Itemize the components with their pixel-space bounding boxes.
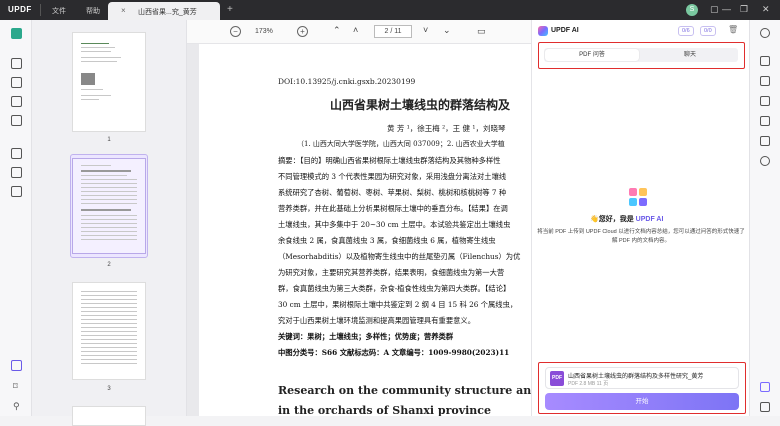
reader-icon[interactable] bbox=[11, 28, 22, 39]
right-toolbar bbox=[749, 20, 780, 416]
convert-icon[interactable] bbox=[11, 186, 22, 197]
menu-help[interactable]: 帮助 bbox=[86, 6, 100, 16]
welcome-brand: UPDF AI bbox=[635, 216, 664, 223]
paper-title: 山西省果树土壤线虫的群落结构及 bbox=[330, 98, 511, 112]
add-tab-icon[interactable]: + bbox=[227, 4, 233, 15]
zoom-out-button[interactable]: − bbox=[230, 26, 241, 37]
ai-welcome-logo-icon bbox=[629, 188, 647, 206]
tab-pdf-qa[interactable]: PDF 问答 bbox=[545, 49, 639, 61]
abstract-line: 摘要：【目的】明确山西省果树根际土壤线虫群落结构及其物种多样性 bbox=[278, 156, 501, 165]
welcome-title: 👋您好，我是 UPDF AI bbox=[590, 214, 663, 224]
file-upload-section: PDF 山西省果树土壤线虫的群落结构及多样性研究_黄芳 PDF 2.8 MB 1… bbox=[538, 362, 746, 414]
affiliation: （1. 山西大同大学医学院，山西大同 037009；2. 山西农业大学植 bbox=[297, 140, 505, 148]
ai-panel: UPDF AI 0/6 0/0 🗑 PDF 问答 聊天 👋您好，我是 UPDF … bbox=[531, 20, 749, 416]
app-logo: UPDF bbox=[8, 5, 32, 14]
abstract-line: 土壤线虫，其中多集中于 20~30 cm 土层中。本试验共鉴定出土壤线虫 bbox=[278, 220, 511, 229]
pdf-page: DOI:10.13925/j.cnki.gsxb.20230199 山西省果树土… bbox=[199, 44, 531, 416]
avatar[interactable]: S bbox=[686, 4, 698, 16]
zoom-in-button[interactable]: + bbox=[297, 26, 308, 37]
doi: DOI:10.13925/j.cnki.gsxb.20230199 bbox=[278, 77, 416, 86]
save-icon[interactable] bbox=[760, 156, 770, 166]
protect-icon[interactable] bbox=[760, 76, 770, 86]
maximize-icon[interactable]: ❐ bbox=[740, 4, 748, 15]
mode-tabs: PDF 问答 聊天 bbox=[544, 48, 738, 62]
quota-badge[interactable]: 0/6 bbox=[678, 26, 694, 36]
document-tab[interactable]: × 山西省果...究_黄芳 bbox=[108, 2, 220, 20]
organize-pages-icon[interactable] bbox=[11, 148, 22, 159]
english-title: Research on the community structure and … bbox=[278, 384, 531, 397]
thumbnail-number: 1 bbox=[107, 137, 111, 143]
chat-icon[interactable] bbox=[760, 402, 770, 412]
minimize-icon[interactable]: — bbox=[722, 4, 731, 14]
abstract-line: 究对于山西果树土壤环境监测和提高果园管理具有重要意义。 bbox=[278, 316, 476, 325]
last-page-icon[interactable]: ⌄ bbox=[443, 25, 451, 36]
thumbnail-page-1[interactable] bbox=[72, 32, 146, 132]
abstract-line: 余食线虫 2 属，食真菌线虫 3 属，食细菌线虫 6 属，植物寄生线虫 bbox=[278, 236, 496, 245]
wave-icon: 👋 bbox=[590, 216, 599, 223]
delete-icon[interactable]: 🗑 bbox=[728, 25, 738, 34]
abstract-line: 不同管理模式的 3 个代表性果园为研究对象，采用浅盘分离法对土壤线 bbox=[278, 172, 507, 181]
thumbnail-number: 3 bbox=[107, 386, 111, 392]
page-number-input[interactable]: 2 / 11 bbox=[374, 25, 412, 38]
abstract-line: 系统研究了杏树、葡萄树、枣树、苹果树、梨树、桃树和核桃树等 7 种 bbox=[278, 188, 507, 197]
pdf-file-icon: PDF bbox=[550, 371, 564, 386]
comment-icon[interactable] bbox=[11, 58, 22, 69]
layers-icon[interactable] bbox=[11, 360, 22, 371]
welcome-description: 将当前 PDF 上传到 UPDF Cloud 以进行文档内容总结，您可以通过问答… bbox=[537, 229, 745, 244]
prev-page-icon[interactable]: ˄ bbox=[353, 25, 358, 35]
thumbnail-panel: 1 2 3 bbox=[32, 20, 187, 426]
thumbnail-page-3[interactable] bbox=[72, 282, 146, 380]
ai-assistant-icon[interactable] bbox=[760, 382, 770, 392]
divider bbox=[40, 4, 41, 16]
tab-close-icon[interactable]: × bbox=[121, 6, 126, 15]
next-page-icon[interactable]: ˅ bbox=[423, 25, 428, 35]
updf-ai-logo-icon bbox=[538, 26, 548, 36]
crop-icon[interactable] bbox=[11, 167, 22, 178]
thumbnail-number: 2 bbox=[107, 262, 111, 268]
ai-header: UPDF AI 0/6 0/0 🗑 bbox=[532, 20, 750, 42]
abstract-line: （Mesorhabditis）以及植物寄生线虫中的丝尾垫刃属（Filenchus… bbox=[278, 252, 521, 261]
english-title-2: in the orchards of Shanxi province bbox=[278, 404, 491, 416]
file-name: 山西省果树土壤线虫的群落结构及多样性研究_黄芳 bbox=[568, 374, 704, 380]
welcome-prefix: 您好，我是 bbox=[598, 216, 634, 223]
bookmark-icon[interactable]: ⌑ bbox=[13, 382, 21, 391]
abstract-line: 群，食真菌线虫为第三大类群，杂食-植食性线虫为第四大类群。【结论】 bbox=[278, 284, 511, 293]
convert-pdf-icon[interactable] bbox=[760, 56, 770, 66]
sign-icon[interactable] bbox=[760, 116, 770, 126]
ai-panel-title: UPDF AI bbox=[551, 27, 579, 34]
document-area: DOI:10.13925/j.cnki.gsxb.20230199 山西省果树土… bbox=[187, 44, 531, 416]
abstract-line: 30 cm 土层中，果树根际土壤中共鉴定到 2 纲 4 目 15 科 26 个属… bbox=[278, 300, 518, 309]
start-button[interactable]: 开始 bbox=[545, 393, 739, 410]
ocr-icon[interactable] bbox=[11, 115, 22, 126]
zoom-level[interactable]: 173% bbox=[255, 28, 273, 35]
search-icon[interactable] bbox=[760, 28, 770, 38]
menu-file[interactable]: 文件 bbox=[52, 6, 66, 16]
keywords: 关键词：果树；土壤线虫；多样性；优势度；营养类群 bbox=[278, 332, 454, 341]
viewer-toolbar: − 173% + ⌃ ˄ 2 / 11 ˅ ⌄ ▭ bbox=[187, 20, 531, 44]
first-page-icon[interactable]: ⌃ bbox=[333, 25, 341, 36]
file-card: PDF 山西省果树土壤线虫的群落结构及多样性研究_黄芳 PDF 2.8 MB 1… bbox=[545, 367, 739, 389]
tab-title: 山西省果...究_黄芳 bbox=[138, 9, 197, 16]
comment-bubble-icon[interactable]: ▭ bbox=[477, 26, 486, 37]
title-bar: UPDF 文件 帮助 × 山西省果...究_黄芳 + S ▢ — ❐ ✕ bbox=[0, 0, 780, 20]
form-icon[interactable] bbox=[11, 96, 22, 107]
abstract-line: 为研究对象，主要研究其营养类群，结果表明，食细菌线虫为第一大营 bbox=[278, 268, 505, 277]
file-meta: PDF 2.8 MB 11 页 bbox=[568, 381, 609, 387]
thumbnail-page-2[interactable] bbox=[72, 158, 146, 254]
share-icon[interactable] bbox=[760, 96, 770, 106]
tab-chat[interactable]: 聊天 bbox=[643, 49, 737, 61]
classification: 中图分类号：S66 文献标志码：A 文章编号：1009-9980(2023)11 bbox=[278, 348, 510, 357]
email-icon[interactable] bbox=[760, 136, 770, 146]
left-toolbar: ⌑ ⚲ bbox=[0, 20, 32, 416]
close-window-icon[interactable]: ✕ bbox=[762, 4, 770, 15]
edit-icon[interactable] bbox=[11, 77, 22, 88]
quota-badge-2[interactable]: 0/0 bbox=[700, 26, 716, 36]
authors: 黄 芳 ¹，徐王梅 ²，王 健 ¹，刘晓琴 bbox=[387, 124, 506, 133]
mode-switch: PDF 问答 聊天 bbox=[538, 42, 745, 69]
abstract-line: 营养类群，并在此基础上分析果树根际土壤中的垂直分布。【结果】在调 bbox=[278, 204, 508, 213]
attachment-icon[interactable]: ⚲ bbox=[13, 402, 21, 411]
thumbnail-page-4[interactable] bbox=[72, 406, 146, 426]
notification-icon[interactable]: ▢ bbox=[710, 4, 719, 15]
